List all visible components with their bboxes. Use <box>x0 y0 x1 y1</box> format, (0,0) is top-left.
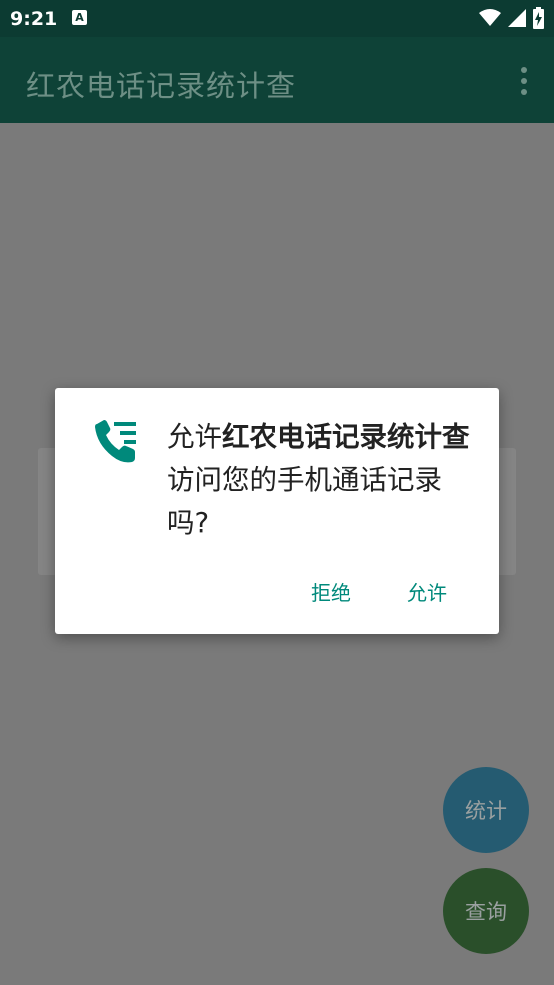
battery-charging-icon <box>533 7 544 29</box>
dialog-actions: 拒绝 允许 <box>311 577 447 606</box>
allow-button[interactable]: 允许 <box>407 577 447 606</box>
stats-fab-label: 统计 <box>465 799 507 823</box>
stats-fab-button[interactable]: 统计 <box>443 767 529 853</box>
status-icons <box>479 7 544 29</box>
query-fab-label: 查询 <box>465 900 507 924</box>
message-suffix: 访问您的手机通话记录吗? <box>167 464 442 539</box>
dialog-message: 允许红农电话记录统计查访问您的手机通话记录吗? <box>167 416 477 545</box>
deny-button[interactable]: 拒绝 <box>311 577 351 606</box>
permission-dialog: 允许红农电话记录统计查访问您的手机通话记录吗? 拒绝 允许 <box>55 388 499 634</box>
status-bar: 9:21 A <box>0 0 554 37</box>
app-title: 红农电话记录统计查 <box>26 69 297 103</box>
call-log-icon <box>95 420 136 463</box>
query-fab-button[interactable]: 查询 <box>443 868 529 954</box>
message-prefix: 允许 <box>167 421 222 453</box>
wifi-icon <box>479 9 501 26</box>
notification-a-icon: A <box>72 10 87 25</box>
overflow-menu-icon[interactable] <box>520 67 528 95</box>
status-time: 9:21 <box>10 8 58 30</box>
message-app-name: 红农电话记录统计查 <box>222 421 470 453</box>
cell-signal-icon <box>508 9 526 27</box>
app-bar: 红农电话记录统计查 <box>0 37 554 123</box>
